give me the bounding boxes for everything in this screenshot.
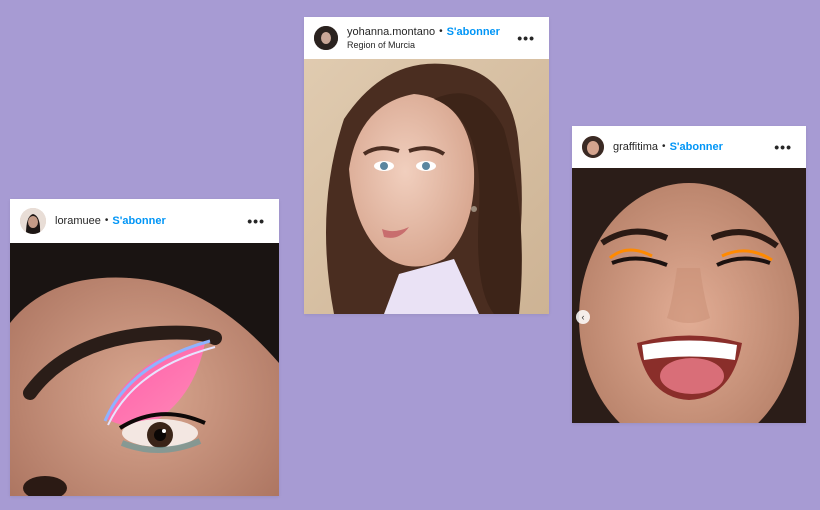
follow-button[interactable]: S'abonner — [447, 26, 500, 39]
post-image-smiling-face[interactable]: ‹ — [572, 168, 806, 423]
separator-dot: • — [439, 26, 443, 38]
more-options-icon[interactable]: ••• — [513, 30, 539, 46]
avatar[interactable] — [314, 26, 338, 50]
post-card-yohanna-montano: yohanna.montano • S'abonner Region of Mu… — [304, 17, 549, 314]
carousel-prev-button[interactable]: ‹ — [576, 310, 590, 324]
post-header: graffitima • S'abonner ••• — [572, 126, 806, 168]
separator-dot: • — [104, 215, 109, 227]
username-link[interactable]: yohanna.montano — [347, 26, 435, 39]
post-image-portrait[interactable] — [304, 59, 549, 314]
follow-button[interactable]: S'abonner — [670, 141, 723, 154]
post-meta: loramuee • S'abonner — [55, 215, 166, 228]
avatar[interactable] — [20, 208, 46, 234]
post-image-eye-makeup[interactable] — [10, 243, 279, 496]
more-options-icon[interactable]: ••• — [243, 213, 269, 229]
username-link[interactable]: graffitima — [613, 141, 658, 154]
separator-dot: • — [662, 141, 666, 153]
post-card-graffitima: graffitima • S'abonner ••• ‹ — [572, 126, 806, 423]
location-link[interactable]: Region of Murcia — [347, 40, 500, 50]
post-card-loramuee: loramuee • S'abonner ••• — [10, 199, 279, 496]
username-link[interactable]: loramuee — [55, 215, 101, 228]
post-header: yohanna.montano • S'abonner Region of Mu… — [304, 17, 549, 59]
post-meta: graffitima • S'abonner — [613, 141, 723, 154]
post-header: loramuee • S'abonner ••• — [10, 199, 279, 243]
post-meta: yohanna.montano • S'abonner Region of Mu… — [347, 26, 500, 51]
more-options-icon[interactable]: ••• — [770, 139, 796, 155]
follow-button[interactable]: S'abonner — [112, 215, 165, 228]
avatar[interactable] — [582, 136, 604, 158]
